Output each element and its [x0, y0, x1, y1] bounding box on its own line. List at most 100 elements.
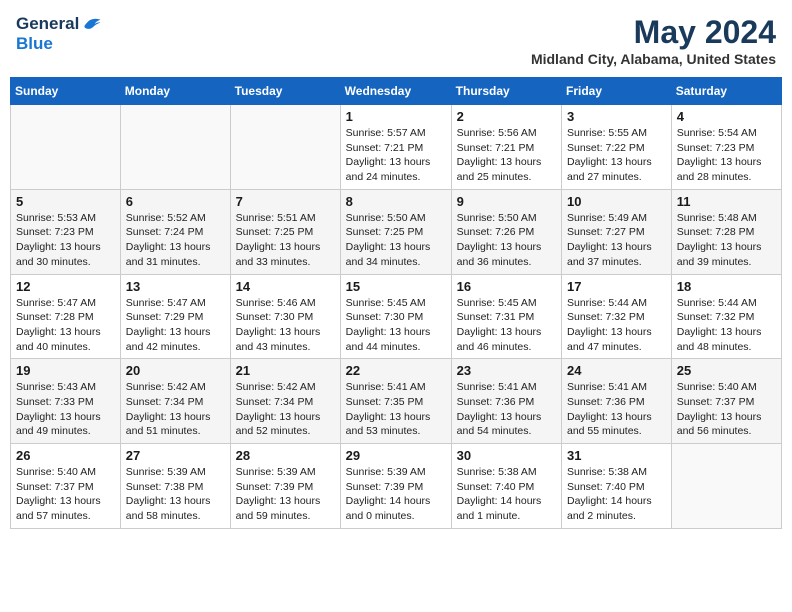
calendar-cell: 15Sunrise: 5:45 AM Sunset: 7:30 PM Dayli… [340, 274, 451, 359]
calendar-cell: 5 Sunrise: 5:53 AM Sunset: 7:23 PM Daylig… [11, 189, 121, 274]
day-header-monday: Monday [120, 78, 230, 105]
calendar-cell: 13 Sunrise: 5:47 AM Sunset: 7:29 PM Dayli… [120, 274, 230, 359]
day-number: 23 [457, 363, 556, 378]
day-number: 4 [677, 109, 776, 124]
day-info: Sunrise: 5:39 AM Sunset: 7:39 PM Dayligh… [346, 465, 446, 524]
calendar-cell [230, 105, 340, 190]
logo-general: General [16, 14, 79, 34]
day-number: 12 [16, 279, 115, 294]
day-info: Sunrise: 5:40 AM Sunset: 7:37 PM Dayligh… [677, 380, 776, 439]
day-number: 3 [567, 109, 666, 124]
calendar-cell: 31Sunrise: 5:38 AM Sunset: 7:40 PM Dayli… [562, 444, 672, 529]
calendar-week-row: 12Sunrise: 5:47 AM Sunset: 7:28 PM Dayli… [11, 274, 782, 359]
day-number: 17 [567, 279, 666, 294]
calendar-cell [671, 444, 781, 529]
calendar-table: SundayMondayTuesdayWednesdayThursdayFrid… [10, 77, 782, 529]
calendar-cell: 20 Sunrise: 5:42 AM Sunset: 7:34 PM Dayli… [120, 359, 230, 444]
day-info: Sunrise: 5:41 AM Sunset: 7:36 PM Dayligh… [567, 380, 666, 439]
title-area: May 2024 Midland City, Alabama, United S… [531, 14, 776, 67]
calendar-cell: 16 Sunrise: 5:45 AM Sunset: 7:31 PM Dayli… [451, 274, 561, 359]
day-info: Sunrise: 5:38 AM Sunset: 7:40 PM Dayligh… [457, 465, 556, 524]
calendar-cell [11, 105, 121, 190]
day-number: 8 [346, 194, 446, 209]
calendar-cell: 19 Sunrise: 5:43 AM Sunset: 7:33 PM Dayli… [11, 359, 121, 444]
day-header-tuesday: Tuesday [230, 78, 340, 105]
day-number: 7 [236, 194, 335, 209]
calendar-cell: 6Sunrise: 5:52 AM Sunset: 7:24 PM Daylig… [120, 189, 230, 274]
day-header-friday: Friday [562, 78, 672, 105]
day-info: Sunrise: 5:44 AM Sunset: 7:32 PM Dayligh… [677, 296, 776, 355]
day-header-thursday: Thursday [451, 78, 561, 105]
day-number: 22 [346, 363, 446, 378]
calendar-cell: 2 Sunrise: 5:56 AM Sunset: 7:21 PM Daylig… [451, 105, 561, 190]
day-number: 16 [457, 279, 556, 294]
day-number: 21 [236, 363, 335, 378]
day-info: Sunrise: 5:44 AM Sunset: 7:32 PM Dayligh… [567, 296, 666, 355]
day-header-saturday: Saturday [671, 78, 781, 105]
day-info: Sunrise: 5:49 AM Sunset: 7:27 PM Dayligh… [567, 211, 666, 270]
location-title: Midland City, Alabama, United States [531, 51, 776, 67]
day-header-sunday: Sunday [11, 78, 121, 105]
day-number: 27 [126, 448, 225, 463]
calendar-cell: 9 Sunrise: 5:50 AM Sunset: 7:26 PM Daylig… [451, 189, 561, 274]
calendar-cell: 14 Sunrise: 5:46 AM Sunset: 7:30 PM Dayli… [230, 274, 340, 359]
day-info: Sunrise: 5:55 AM Sunset: 7:22 PM Dayligh… [567, 126, 666, 185]
calendar-cell: 23 Sunrise: 5:41 AM Sunset: 7:36 PM Dayli… [451, 359, 561, 444]
calendar-week-row: 1Sunrise: 5:57 AM Sunset: 7:21 PM Daylig… [11, 105, 782, 190]
day-info: Sunrise: 5:51 AM Sunset: 7:25 PM Dayligh… [236, 211, 335, 270]
calendar-cell: 11 Sunrise: 5:48 AM Sunset: 7:28 PM Dayli… [671, 189, 781, 274]
day-number: 31 [567, 448, 666, 463]
day-number: 20 [126, 363, 225, 378]
day-info: Sunrise: 5:56 AM Sunset: 7:21 PM Dayligh… [457, 126, 556, 185]
calendar-cell: 10 Sunrise: 5:49 AM Sunset: 7:27 PM Dayli… [562, 189, 672, 274]
day-number: 9 [457, 194, 556, 209]
calendar-cell: 21 Sunrise: 5:42 AM Sunset: 7:34 PM Dayli… [230, 359, 340, 444]
calendar-cell: 4 Sunrise: 5:54 AM Sunset: 7:23 PM Daylig… [671, 105, 781, 190]
calendar-cell: 28Sunrise: 5:39 AM Sunset: 7:39 PM Dayli… [230, 444, 340, 529]
day-info: Sunrise: 5:43 AM Sunset: 7:33 PM Dayligh… [16, 380, 115, 439]
day-number: 11 [677, 194, 776, 209]
logo: General Blue [16, 14, 102, 54]
day-number: 10 [567, 194, 666, 209]
logo-bird-icon [80, 15, 102, 33]
calendar-cell: 8 Sunrise: 5:50 AM Sunset: 7:25 PM Daylig… [340, 189, 451, 274]
month-title: May 2024 [531, 14, 776, 51]
calendar-cell: 29 Sunrise: 5:39 AM Sunset: 7:39 PM Dayli… [340, 444, 451, 529]
calendar-week-row: 26 Sunrise: 5:40 AM Sunset: 7:37 PM Dayli… [11, 444, 782, 529]
day-info: Sunrise: 5:42 AM Sunset: 7:34 PM Dayligh… [126, 380, 225, 439]
calendar-cell: 12Sunrise: 5:47 AM Sunset: 7:28 PM Dayli… [11, 274, 121, 359]
day-info: Sunrise: 5:41 AM Sunset: 7:36 PM Dayligh… [457, 380, 556, 439]
calendar-cell: 7 Sunrise: 5:51 AM Sunset: 7:25 PM Daylig… [230, 189, 340, 274]
header: General Blue May 2024 Midland City, Alab… [10, 10, 782, 71]
day-info: Sunrise: 5:50 AM Sunset: 7:26 PM Dayligh… [457, 211, 556, 270]
calendar-week-row: 5 Sunrise: 5:53 AM Sunset: 7:23 PM Daylig… [11, 189, 782, 274]
day-info: Sunrise: 5:45 AM Sunset: 7:31 PM Dayligh… [457, 296, 556, 355]
day-number: 5 [16, 194, 115, 209]
calendar-cell: 25 Sunrise: 5:40 AM Sunset: 7:37 PM Dayli… [671, 359, 781, 444]
calendar-cell: 17 Sunrise: 5:44 AM Sunset: 7:32 PM Dayli… [562, 274, 672, 359]
day-info: Sunrise: 5:39 AM Sunset: 7:39 PM Dayligh… [236, 465, 335, 524]
day-info: Sunrise: 5:45 AM Sunset: 7:30 PM Dayligh… [346, 296, 446, 355]
day-info: Sunrise: 5:50 AM Sunset: 7:25 PM Dayligh… [346, 211, 446, 270]
day-number: 19 [16, 363, 115, 378]
day-number: 24 [567, 363, 666, 378]
calendar-header-row: SundayMondayTuesdayWednesdayThursdayFrid… [11, 78, 782, 105]
day-number: 29 [346, 448, 446, 463]
day-info: Sunrise: 5:47 AM Sunset: 7:29 PM Dayligh… [126, 296, 225, 355]
day-number: 14 [236, 279, 335, 294]
day-info: Sunrise: 5:53 AM Sunset: 7:23 PM Dayligh… [16, 211, 115, 270]
day-number: 25 [677, 363, 776, 378]
day-info: Sunrise: 5:40 AM Sunset: 7:37 PM Dayligh… [16, 465, 115, 524]
day-info: Sunrise: 5:54 AM Sunset: 7:23 PM Dayligh… [677, 126, 776, 185]
day-number: 26 [16, 448, 115, 463]
day-info: Sunrise: 5:42 AM Sunset: 7:34 PM Dayligh… [236, 380, 335, 439]
day-header-wednesday: Wednesday [340, 78, 451, 105]
day-info: Sunrise: 5:48 AM Sunset: 7:28 PM Dayligh… [677, 211, 776, 270]
calendar-week-row: 19 Sunrise: 5:43 AM Sunset: 7:33 PM Dayli… [11, 359, 782, 444]
day-number: 2 [457, 109, 556, 124]
day-number: 13 [126, 279, 225, 294]
day-info: Sunrise: 5:46 AM Sunset: 7:30 PM Dayligh… [236, 296, 335, 355]
calendar-cell: 24 Sunrise: 5:41 AM Sunset: 7:36 PM Dayli… [562, 359, 672, 444]
calendar-cell: 27Sunrise: 5:39 AM Sunset: 7:38 PM Dayli… [120, 444, 230, 529]
logo-blue: Blue [16, 34, 53, 54]
